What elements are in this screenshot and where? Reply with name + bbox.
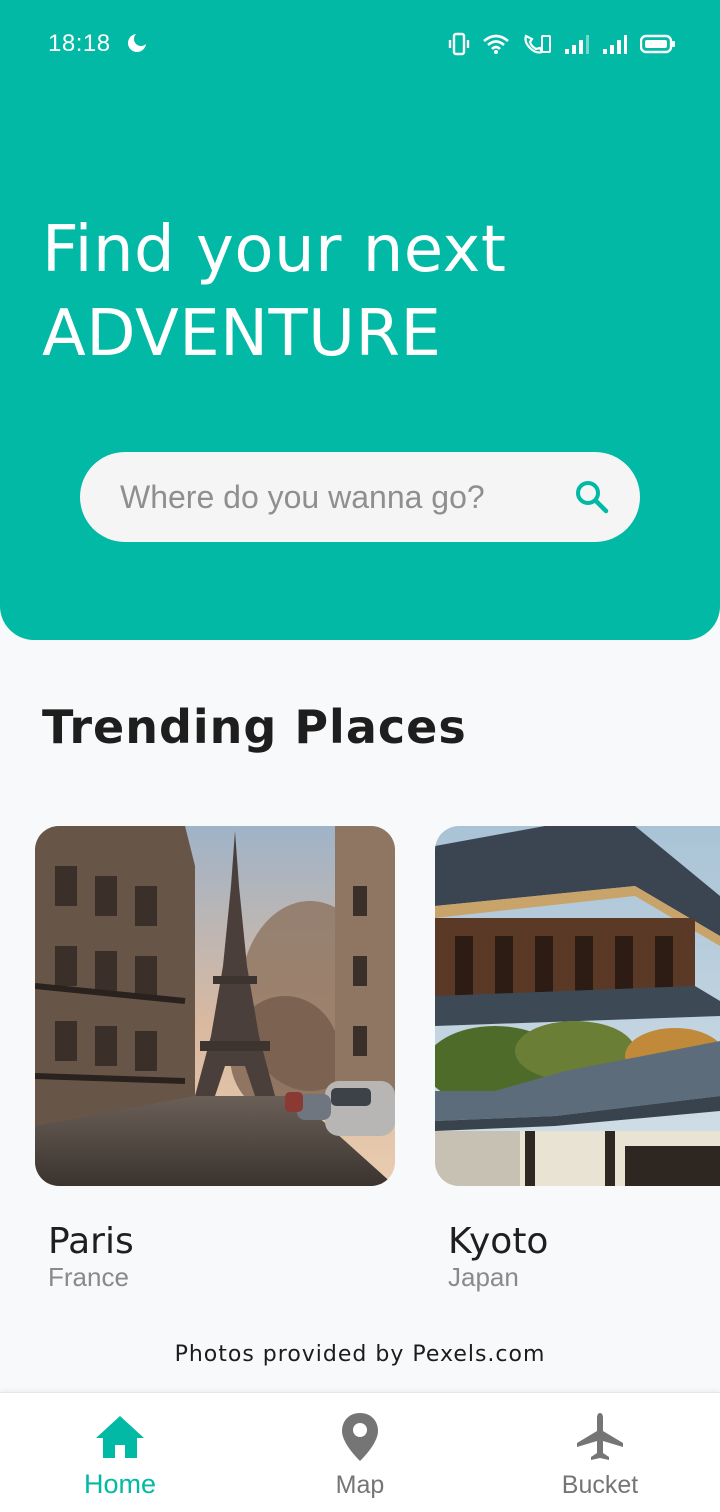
headline-line-1: Find your next: [42, 213, 507, 287]
airplane-icon: [577, 1413, 623, 1460]
search-button[interactable]: [570, 475, 614, 519]
nav-home[interactable]: Home: [0, 1393, 240, 1512]
nav-map-label: Map: [335, 1471, 385, 1499]
place-country: France: [48, 1262, 129, 1292]
eiffel-tower-photo: [35, 826, 395, 1186]
signal-icon: [565, 35, 589, 54]
volte-icon: [524, 34, 551, 54]
hero-header: 18:18 Find your next ADVENTURE Where do …: [0, 0, 720, 640]
bottom-navigation: Home Map Bucket: [0, 1392, 720, 1512]
hero-headline: Find your next ADVENTURE: [42, 208, 682, 376]
japanese-temple-photo: [435, 826, 720, 1186]
headline-line-2: ADVENTURE: [42, 297, 442, 371]
map-pin-icon: [342, 1413, 378, 1461]
nav-home-label: Home: [83, 1469, 157, 1499]
status-time: 18:18: [48, 30, 111, 57]
signal-icon: [603, 35, 627, 54]
place-image-kyoto: [435, 826, 720, 1186]
photo-credits: Photos provided by Pexels.com: [174, 1342, 546, 1367]
home-icon: [96, 1416, 144, 1458]
place-card-kyoto[interactable]: Kyoto Japan: [435, 826, 720, 1292]
moon-icon: [128, 32, 148, 52]
place-country: Japan: [448, 1262, 519, 1292]
place-image-paris: [35, 826, 395, 1186]
place-name: Kyoto: [448, 1221, 549, 1262]
nav-bucket-label: Bucket: [561, 1471, 639, 1499]
search-input[interactable]: [120, 478, 570, 516]
nav-map[interactable]: Map: [240, 1393, 480, 1512]
search-icon: [576, 481, 609, 514]
place-card-paris[interactable]: Paris France: [35, 826, 395, 1292]
wifi-icon: [483, 34, 509, 54]
status-icons: [448, 30, 676, 58]
vibrate-icon: [448, 32, 470, 56]
trending-title: Trending Places: [42, 700, 467, 754]
status-bar: 18:18: [0, 0, 720, 88]
place-name: Paris: [48, 1221, 134, 1262]
search-bar: [80, 452, 640, 542]
nav-bucket[interactable]: Bucket: [480, 1393, 720, 1512]
battery-icon: [640, 34, 675, 54]
